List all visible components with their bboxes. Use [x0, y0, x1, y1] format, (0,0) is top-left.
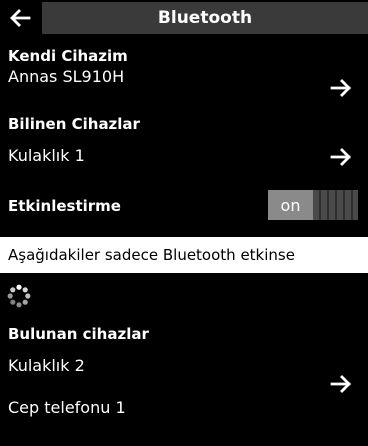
page-title-text: Bluetooth: [157, 8, 253, 28]
own-device-value: Annas SL910H: [8, 67, 125, 86]
toggle-state: on: [268, 190, 313, 220]
right-arrow-icon[interactable]: [330, 147, 354, 167]
page-title: Bluetooth: [42, 2, 368, 34]
found-device-item: Kulaklık 2: [8, 356, 85, 375]
found-devices-label: Bulunan cihazlar: [8, 325, 149, 343]
found-device-item: Cep telefonu 1: [8, 398, 126, 417]
bluetooth-notice-text: Aşağıdakiler sadece Bluetooth etkinse: [8, 246, 295, 264]
right-arrow-icon[interactable]: [330, 374, 354, 394]
activation-label: Etkinlestirme: [8, 197, 121, 215]
known-device-item: Kulaklık 1: [8, 146, 85, 165]
activation-toggle[interactable]: on: [268, 190, 358, 220]
toggle-knob: [313, 190, 358, 220]
known-devices-row[interactable]: Bilinen Cihazlar Kulaklık 1: [0, 108, 368, 178]
header: Bluetooth: [0, 0, 368, 36]
found-devices-section[interactable]: Bulunan cihazlar Kulaklık 2 Cep telefonu…: [0, 318, 368, 446]
bluetooth-notice: Aşağıdakiler sadece Bluetooth etkinse: [0, 237, 368, 273]
known-devices-label: Bilinen Cihazlar: [8, 115, 140, 133]
left-arrow-icon: [10, 9, 31, 27]
own-device-row[interactable]: Kendi Cihazim Annas SL910H: [0, 40, 368, 106]
right-arrow-icon[interactable]: [330, 78, 354, 98]
spinner-icon: [7, 284, 31, 308]
back-button[interactable]: [0, 0, 40, 36]
own-device-label: Kendi Cihazim: [8, 47, 128, 65]
